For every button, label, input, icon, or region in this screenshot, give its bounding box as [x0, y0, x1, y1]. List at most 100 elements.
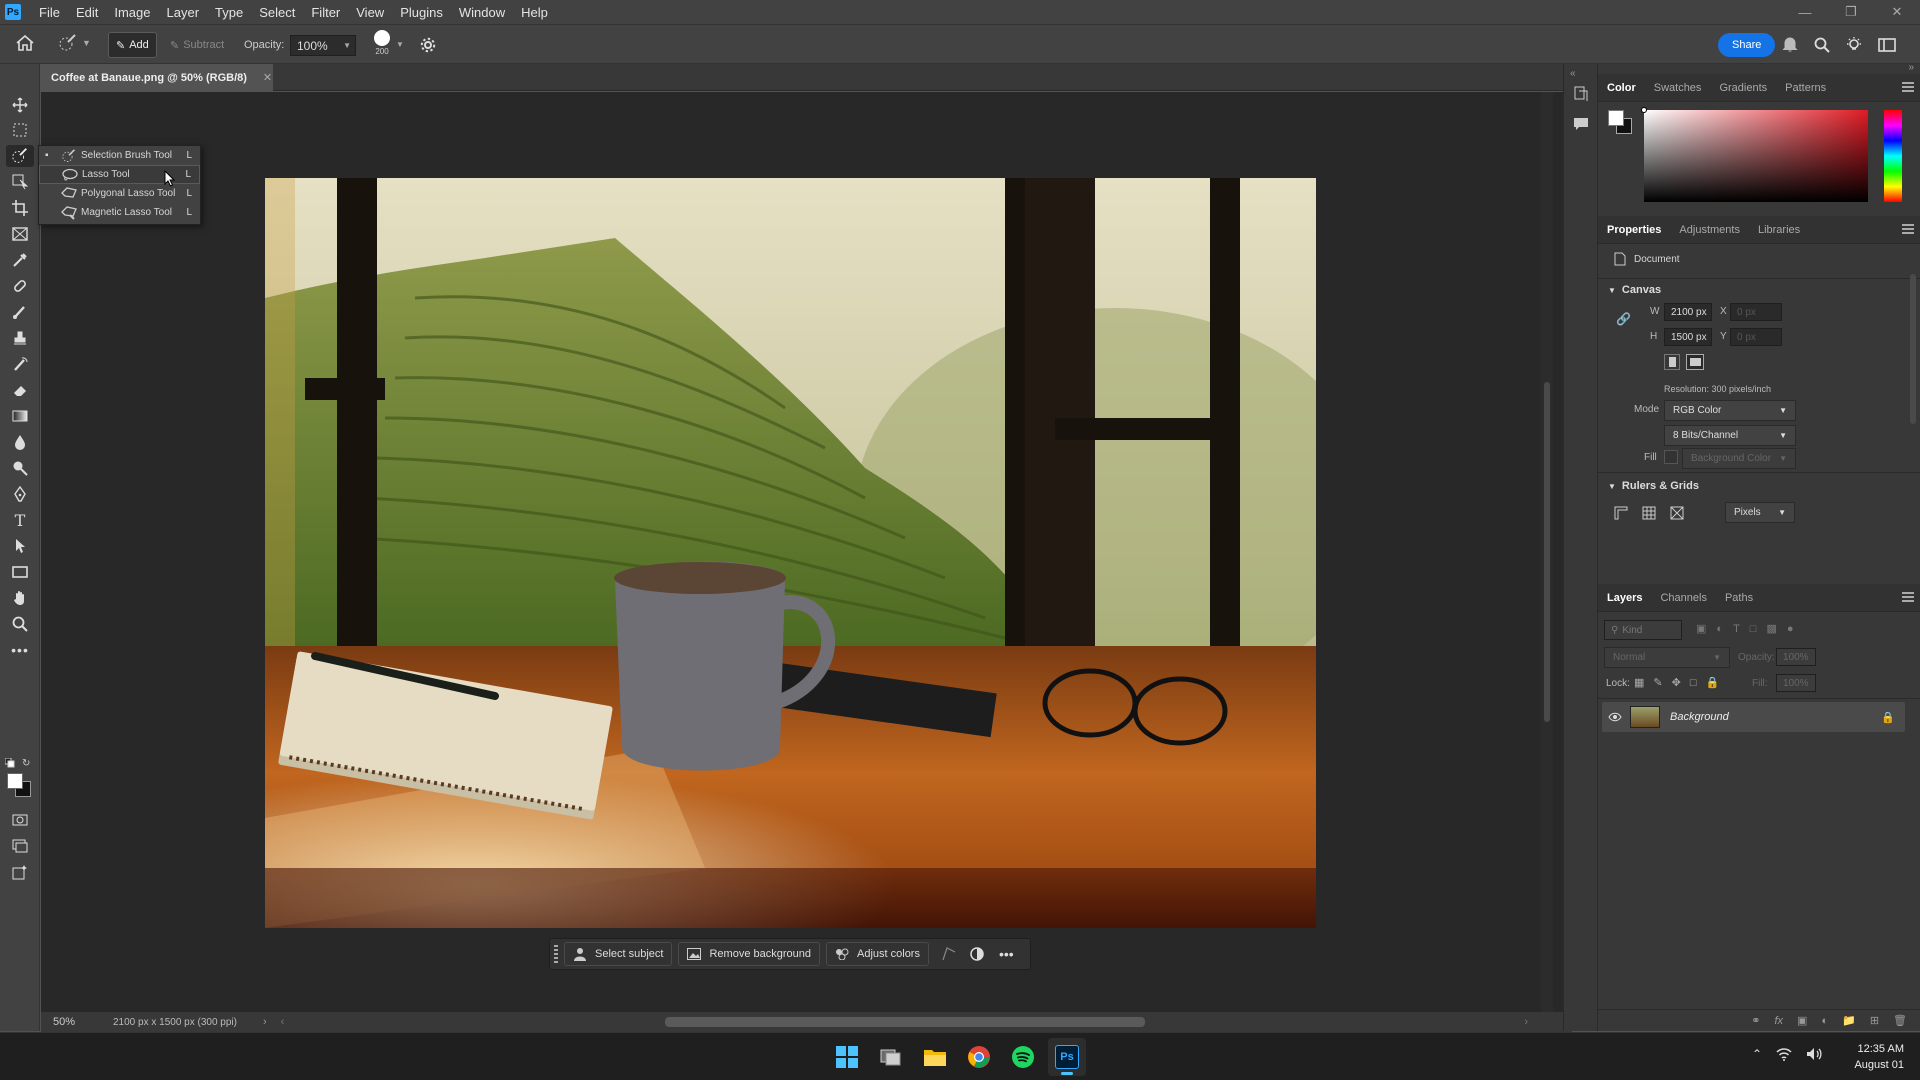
add-mode-button[interactable]: ✎ Add — [108, 32, 157, 58]
gradient-tool-icon[interactable] — [6, 405, 34, 427]
selection-brush-tool-icon[interactable] — [6, 145, 34, 167]
menu-plugins[interactable]: Plugins — [392, 5, 451, 20]
menu-file[interactable]: File — [31, 5, 68, 20]
horizontal-scroll-thumb[interactable] — [665, 1017, 1145, 1027]
tab-swatches[interactable]: Swatches — [1645, 82, 1711, 94]
path-selection-tool-icon[interactable] — [6, 535, 34, 557]
hue-slider[interactable] — [1884, 110, 1902, 202]
new-group-icon[interactable]: 📁 — [1842, 1014, 1856, 1027]
history-brush-tool-icon[interactable] — [6, 353, 34, 375]
filter-shape-icon[interactable]: □ — [1750, 623, 1757, 635]
history-icon[interactable] — [1573, 86, 1589, 102]
panel-menu-icon[interactable] — [1902, 224, 1914, 234]
portrait-icon[interactable] — [1664, 354, 1680, 370]
tab-color[interactable]: Color — [1598, 82, 1645, 94]
bell-icon[interactable] — [1782, 36, 1798, 53]
tab-channels[interactable]: Channels — [1651, 592, 1715, 604]
expand-panels-icon[interactable]: » — [1908, 62, 1914, 73]
tool-preset-picker[interactable]: ▼ — [58, 33, 91, 53]
more-tools-icon[interactable]: ••• — [6, 639, 34, 661]
layer-fill-input[interactable]: 100% — [1776, 674, 1816, 692]
clock[interactable]: 12:35 AM August 01 — [1838, 1041, 1904, 1073]
tab-properties[interactable]: Properties — [1598, 224, 1670, 236]
lock-position-icon[interactable]: ✥ — [1672, 676, 1681, 689]
canvas-section-header[interactable]: ▼ Canvas — [1608, 284, 1661, 296]
photoshop-taskbar-icon[interactable]: Ps — [1048, 1038, 1086, 1076]
panel-menu-icon[interactable] — [1902, 592, 1914, 602]
dodge-tool-icon[interactable] — [6, 457, 34, 479]
layer-name[interactable]: Background — [1670, 711, 1729, 723]
spotify-icon[interactable] — [1004, 1038, 1042, 1076]
lock-transparent-icon[interactable]: ▦ — [1634, 676, 1644, 689]
tab-adjustments[interactable]: Adjustments — [1670, 224, 1749, 236]
vertical-scroll-thumb[interactable] — [1544, 382, 1550, 722]
home-icon[interactable] — [16, 35, 34, 51]
fill-select[interactable]: Background Color ▼ — [1682, 448, 1796, 469]
brush-size-picker[interactable]: 200 — [370, 30, 394, 56]
link-layers-icon[interactable]: ⚭ — [1751, 1014, 1760, 1027]
select-subject-button[interactable]: Select subject — [564, 942, 673, 966]
zoom-level[interactable]: 50% — [53, 1016, 109, 1028]
link-dimensions-icon[interactable]: 🔗 — [1616, 312, 1631, 326]
filter-toggle-icon[interactable]: ● — [1787, 623, 1794, 635]
flyout-item-magnetic-lasso[interactable]: Magnetic Lasso Tool L — [39, 203, 200, 222]
landscape-icon[interactable] — [1686, 354, 1704, 370]
eyedropper-tool-icon[interactable] — [6, 249, 34, 271]
marquee-tool-icon[interactable] — [6, 119, 34, 141]
opacity-input[interactable]: 100% ▼ — [290, 35, 356, 56]
frame-tool-icon[interactable] — [6, 223, 34, 245]
chrome-icon[interactable] — [960, 1038, 998, 1076]
file-explorer-icon[interactable] — [916, 1038, 954, 1076]
zoom-tool-icon[interactable] — [6, 613, 34, 635]
units-select[interactable]: Pixels ▼ — [1725, 502, 1795, 523]
default-colors-icon[interactable] — [5, 758, 15, 768]
subtract-mode-button[interactable]: ✎ Subtract — [163, 32, 231, 58]
pen-tool-icon[interactable] — [6, 483, 34, 505]
wifi-icon[interactable] — [1776, 1047, 1792, 1061]
minimize-icon[interactable]: — — [1782, 5, 1828, 20]
chevron-down-icon[interactable]: ▼ — [396, 40, 404, 49]
layer-row-background[interactable]: Background 🔒 — [1602, 702, 1905, 732]
settings-gear-icon[interactable] — [420, 37, 436, 53]
screen-mode-icon[interactable] — [6, 835, 34, 857]
quick-mask-icon[interactable] — [6, 809, 34, 831]
bit-depth-select[interactable]: 8 Bits/Channel ▼ — [1664, 425, 1796, 446]
layer-style-icon[interactable]: fx — [1774, 1015, 1783, 1027]
grid-icon[interactable] — [1642, 506, 1656, 520]
menu-filter[interactable]: Filter — [303, 5, 348, 20]
comments-icon[interactable] — [1573, 116, 1589, 132]
scroll-left-icon[interactable]: ‹ — [281, 1016, 285, 1028]
filter-smart-object-icon[interactable]: ▩ — [1766, 622, 1776, 635]
drag-handle-icon[interactable] — [554, 945, 558, 963]
move-tool-icon[interactable] — [6, 94, 34, 116]
filter-pixel-icon[interactable]: ▣ — [1696, 622, 1706, 635]
delete-layer-icon[interactable]: 🗑 — [1893, 1014, 1907, 1027]
layer-filter-kind[interactable]: ⚲ Kind — [1604, 620, 1682, 640]
close-window-icon[interactable]: ✕ — [1874, 4, 1920, 20]
discover-lightbulb-icon[interactable] — [1846, 36, 1862, 53]
guides-icon[interactable] — [1670, 506, 1684, 520]
vertical-scrollbar[interactable] — [1541, 92, 1553, 1012]
color-chips[interactable] — [1608, 110, 1634, 136]
lock-artboard-icon[interactable]: □ — [1690, 677, 1697, 689]
transform-icon[interactable] — [941, 946, 957, 962]
document-tab[interactable]: Coffee at Banaue.png @ 50% (RGB/8) ✕ — [41, 64, 273, 91]
tab-layers[interactable]: Layers — [1598, 592, 1651, 604]
menu-help[interactable]: Help — [513, 5, 556, 20]
tray-overflow-icon[interactable]: ⌃ — [1752, 1047, 1762, 1061]
search-icon[interactable] — [1814, 37, 1830, 53]
adjust-colors-button[interactable]: Adjust colors — [826, 942, 929, 966]
tab-paths[interactable]: Paths — [1716, 592, 1762, 604]
task-view-icon[interactable] — [872, 1038, 910, 1076]
menu-select[interactable]: Select — [251, 5, 303, 20]
menu-window[interactable]: Window — [451, 5, 513, 20]
foreground-color-swatch[interactable] — [7, 773, 23, 789]
hand-tool-icon[interactable] — [6, 587, 34, 609]
layer-lock-icon[interactable]: 🔒 — [1881, 711, 1895, 724]
status-menu-arrow-icon[interactable]: › — [263, 1016, 267, 1028]
adjustment-layer-icon[interactable]: ◐ — [1821, 1015, 1828, 1027]
filter-adjustment-icon[interactable]: ◐ — [1716, 623, 1723, 635]
blend-mode-select[interactable]: Normal ▼ — [1604, 647, 1730, 668]
add-mask-icon[interactable]: ▣ — [1797, 1014, 1807, 1027]
height-input[interactable]: 1500 px — [1664, 328, 1712, 346]
